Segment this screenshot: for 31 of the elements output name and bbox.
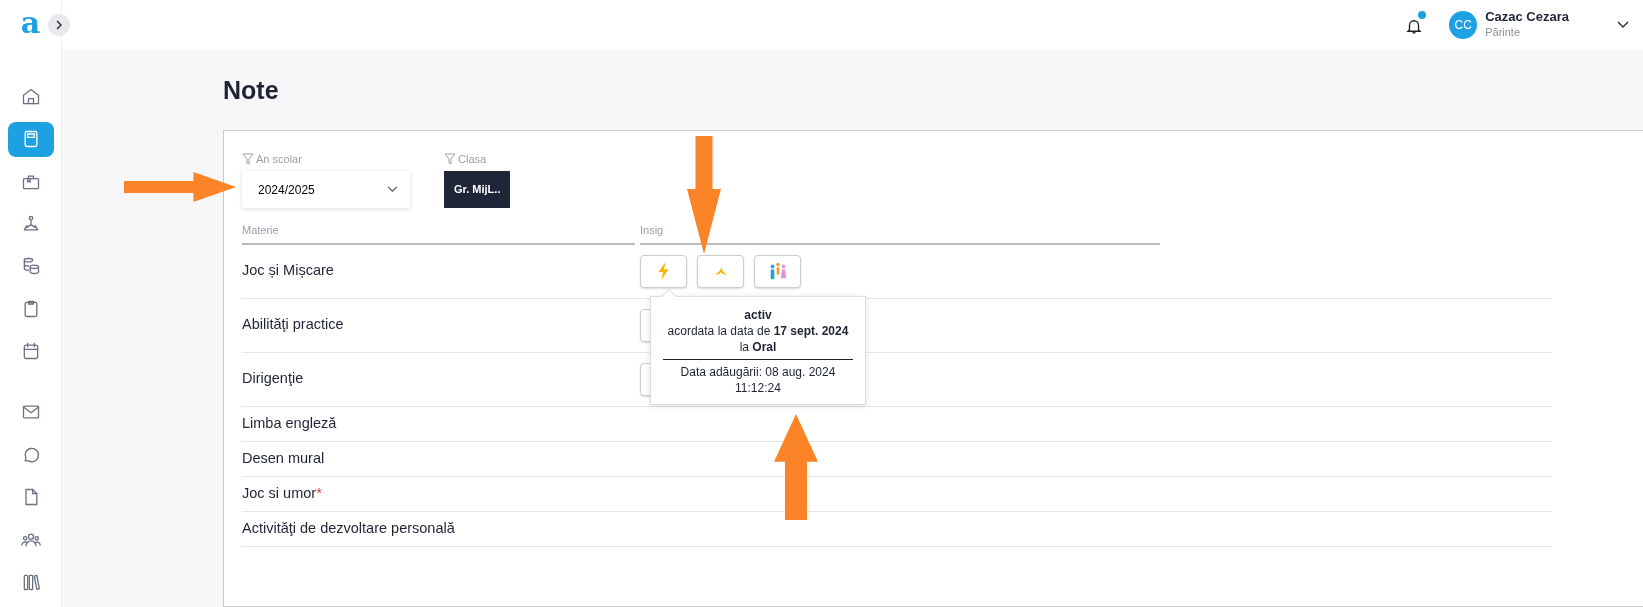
subject-name: Joc și Mișcare bbox=[242, 262, 334, 279]
notification-bell-icon[interactable] bbox=[1405, 13, 1424, 33]
tooltip-text: acordata la data de 17 sept. 2024 bbox=[666, 322, 850, 339]
year-select[interactable]: 2024/2025 bbox=[242, 171, 410, 208]
chevron-right-icon bbox=[54, 20, 64, 30]
subject-name: Joc si umor bbox=[242, 484, 317, 501]
column-header: Materie bbox=[242, 222, 635, 245]
tooltip-text: la Oral bbox=[738, 338, 778, 356]
tooltip-text: Data adăugării: 08 aug. 2024 bbox=[679, 364, 837, 381]
subject-name: Dirigenţie bbox=[242, 370, 304, 387]
expand-button[interactable] bbox=[48, 14, 70, 36]
sidebar-item[interactable] bbox=[7, 122, 54, 157]
required-mark: * bbox=[316, 484, 322, 501]
user-role: Părinte bbox=[1485, 24, 1522, 40]
chevron-down-icon[interactable] bbox=[1617, 21, 1629, 29]
filter-label: Clasa bbox=[458, 151, 487, 167]
tooltip-text: 11:12:24 bbox=[734, 380, 782, 397]
subject-name: Abilităţi practice bbox=[242, 316, 344, 333]
chevron-down-icon bbox=[387, 186, 398, 193]
tooltip-title: activ bbox=[743, 306, 773, 323]
page-title: Note bbox=[223, 75, 280, 106]
subject-name: Activităţi de dezvoltare personală bbox=[242, 519, 455, 536]
filter-label: An scolar bbox=[256, 151, 302, 167]
subject-name: Limba engleză bbox=[242, 414, 337, 431]
filter-icon bbox=[444, 152, 456, 165]
user-name: Cazac Cezara bbox=[1485, 9, 1569, 24]
class-button[interactable]: Gr. MijL.. bbox=[444, 171, 511, 208]
subject-name: Desen mural bbox=[242, 449, 325, 466]
app-logo: a bbox=[20, 8, 41, 38]
insignia-button[interactable] bbox=[754, 254, 801, 288]
filter-icon bbox=[242, 152, 254, 165]
